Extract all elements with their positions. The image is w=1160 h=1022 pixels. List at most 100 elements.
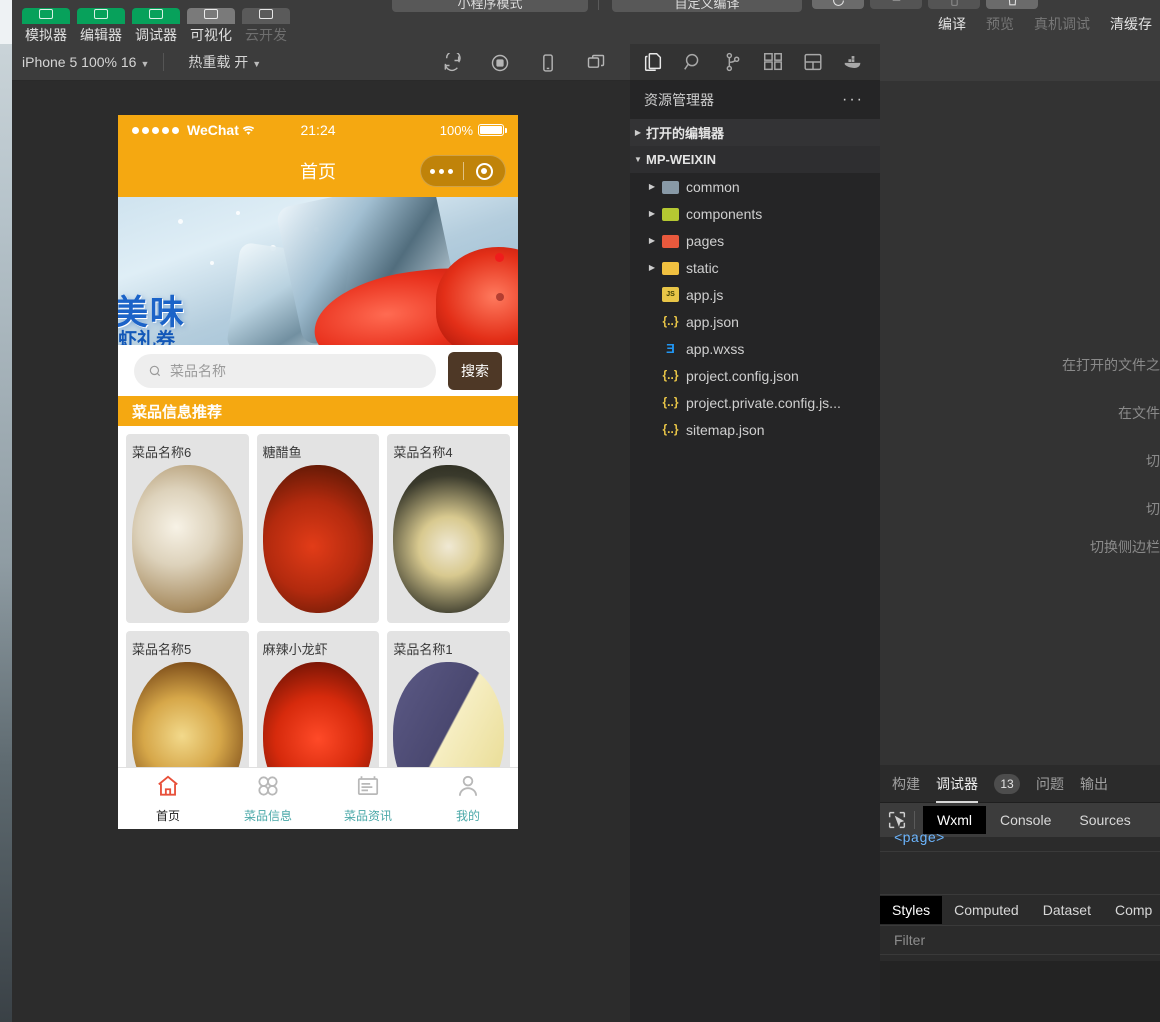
toolbar-action[interactable]: 预览 [986,14,1014,34]
compile-icon-button[interactable] [812,0,864,9]
chevron-right-icon[interactable]: ▶ [644,182,660,191]
search-icon [149,365,161,376]
json-file-icon: {..} [662,422,679,436]
background-window-edge-top [0,0,12,44]
search-input[interactable]: 菜品名称 [134,353,436,388]
phone-status-bar: WeChat 21:24 100% [118,115,518,145]
search-icon[interactable] [682,51,704,73]
style-tab[interactable]: Styles [880,896,943,924]
style-tab[interactable]: Dataset [1031,896,1103,924]
explorer-folder[interactable]: ▶ components [630,200,880,227]
docker-icon[interactable] [842,51,864,73]
devtools-tab[interactable]: Sources [1065,806,1144,834]
wechat-capsule[interactable] [420,155,506,187]
folder-icon [662,233,679,248]
multiwindow-icon[interactable] [586,53,606,73]
compile-mode-pill[interactable]: 小程序模式 [392,0,588,12]
explorer-file[interactable]: {..} app.json [630,308,880,335]
explorer-folder[interactable]: ▶ common [630,173,880,200]
promo-banner[interactable]: 美味 虾礼券 [118,197,518,345]
style-filter-placeholder: Filter [894,932,926,948]
phone-icon[interactable] [538,53,558,73]
dish-name: 菜品名称6 [132,445,192,460]
toolbar-mode-button[interactable]: 云开发 [240,8,292,44]
device-selector-label: iPhone 5 100% 16 [22,54,137,70]
close-circle-icon[interactable] [464,162,506,180]
toolbar-action[interactable]: 清缓存 [1110,14,1152,34]
file-tree: ▶ 打开的编辑器 ▼ MP-WEIXIN ▶ common ▶ components ▶ page… [630,119,880,443]
toolbar-action[interactable]: 编译 [938,14,966,34]
explorer-file[interactable]: {..} project.config.json [630,362,880,389]
dish-card[interactable]: 糖醋鱼 [256,434,380,623]
hot-reload-selector[interactable]: 热重载 开 ▼ [188,52,261,72]
explorer-item-label: project.private.config.js... [686,394,841,411]
explorer-section[interactable]: ▶ 打开的编辑器 [630,119,880,146]
chevron-right-icon[interactable]: ▶ [644,209,660,218]
chevron-right-icon[interactable]: ▶ [644,236,660,245]
real-device-icon-button[interactable] [928,0,980,9]
explorer-file[interactable]: {..} sitemap.json [630,416,880,443]
preview-icon-button[interactable] [870,0,922,9]
tabbar-label: 菜品信息 [243,809,292,823]
wxml-root-node[interactable]: <page> [894,831,944,847]
battery-percent-label: 100% [439,122,474,138]
tabbar-item[interactable]: 菜品信息 [218,768,318,829]
explorer-section[interactable]: ▼ MP-WEIXIN [630,146,880,173]
chevron-right-icon: ▶ [634,128,642,137]
explorer-item-label: sitemap.json [686,421,765,438]
wxml-tree[interactable]: <page> [880,831,1160,895]
dish-card[interactable]: 菜品名称4 [387,434,510,623]
toolbar-mode-button[interactable]: 可视化 [185,8,237,44]
chevron-down-icon: ▼ [634,155,642,164]
carousel-indicator-active[interactable] [495,253,504,262]
refresh-icon[interactable] [442,50,462,73]
devtools-window: 模拟器 编辑器 调试器 可视化 云开发 小程序模式 自定义编译 编译 预览 真机调试 清缓存 … [0,0,1160,1022]
source-control-icon[interactable] [722,51,744,73]
explorer-folder[interactable]: ▶ static [630,254,880,281]
layout-icon[interactable] [802,51,824,73]
problem-count-badge: 13 [994,773,1020,794]
debugger-tab[interactable]: 问题 [1036,765,1064,803]
tabbar-item[interactable]: 我的 [418,768,518,829]
style-filter-input[interactable]: Filter [880,925,1160,955]
extensions-icon[interactable] [762,51,784,73]
explorer-item-label: common [686,178,740,195]
element-picker-icon[interactable] [886,809,908,831]
carousel-indicator[interactable] [496,293,504,301]
style-tab[interactable]: Comp [1103,896,1160,924]
search-button[interactable]: 搜索 [448,351,502,390]
js-file-icon: JS [662,287,679,302]
clear-cache-icon-button[interactable] [986,0,1038,9]
explorer-file[interactable]: Ǝapp.wxss [630,335,880,362]
debugger-tab[interactable]: 构建 [892,765,920,803]
files-icon[interactable] [642,51,664,73]
style-tabbar: Styles Computed Dataset Comp [880,895,1160,925]
more-icon[interactable] [421,168,463,174]
explorer-file[interactable]: {..} project.private.config.js... [630,389,880,416]
record-icon[interactable] [490,53,510,73]
toolbar-mode-button[interactable]: 编辑器 [75,8,127,44]
editor-shortcut-hint: 切 [1146,453,1160,469]
toolbar-action[interactable]: 真机调试 [1034,14,1090,34]
style-tab[interactable]: Computed [942,896,1031,924]
devtools-tab[interactable]: Wxml [923,806,986,834]
toolbar-mode-button[interactable]: 调试器 [130,8,182,44]
tabbar-item[interactable]: 首页 [118,768,218,829]
chevron-right-icon[interactable]: ▶ [644,263,660,272]
explorer-more-icon[interactable]: ··· [842,91,864,109]
tabbar-item[interactable]: 菜品资讯 [318,768,418,829]
debugger-tab[interactable]: 调试器 [936,765,978,803]
dish-card[interactable]: 菜品名称6 [126,434,249,623]
folder-icon [662,206,679,221]
toolbar-mode-button[interactable]: 模拟器 [20,8,72,44]
custom-compile-pill[interactable]: 自定义编译 [612,0,802,12]
debugger-tab[interactable]: 输出 [1080,765,1108,803]
explorer-file[interactable]: JS app.js [630,281,880,308]
status-time: 21:24 [300,122,336,138]
folder-icon [662,179,679,194]
devtools-tab[interactable]: Console [986,806,1065,834]
device-selector[interactable]: iPhone 5 100% 16 ▼ [22,54,149,70]
explorer-folder[interactable]: ▶ pages [630,227,880,254]
section-title: 菜品信息推荐 [132,403,223,421]
chevron-down-icon: ▼ [252,59,262,69]
